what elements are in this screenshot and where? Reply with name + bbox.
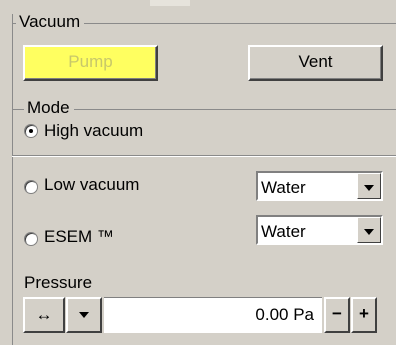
low-vacuum-radio[interactable] xyxy=(24,180,38,194)
plus-icon: + xyxy=(359,304,369,323)
radio-dot xyxy=(29,129,33,133)
pressure-increase-button[interactable]: + xyxy=(351,297,377,333)
pressure-unit-dropdown-button[interactable] xyxy=(66,297,102,333)
esem-gas-select[interactable]: Water xyxy=(256,215,383,245)
esem-label[interactable]: ESEM ™ xyxy=(44,227,114,247)
chevron-down-icon xyxy=(364,185,374,191)
low-vacuum-gas-value: Water xyxy=(261,178,306,197)
vacuum-legend: Vacuum xyxy=(16,13,85,31)
high-vacuum-radio[interactable] xyxy=(24,124,38,138)
vent-button[interactable]: Vent xyxy=(248,45,383,81)
esem-radio[interactable] xyxy=(24,232,38,246)
panel-left-edge xyxy=(12,14,13,345)
low-vacuum-gas-select[interactable]: Water xyxy=(256,171,383,201)
pump-button[interactable]: Pump xyxy=(23,45,158,81)
esem-gas-value: Water xyxy=(261,222,306,241)
mode-divider-highlight xyxy=(12,156,396,158)
low-vacuum-gas-dropdown-button[interactable] xyxy=(357,173,381,199)
vent-button-label: Vent xyxy=(298,52,333,71)
double-arrow-icon: ↔ xyxy=(35,305,53,324)
minus-icon: − xyxy=(332,304,342,323)
pressure-value-field[interactable]: 0.00 Pa xyxy=(104,297,322,333)
pressure-value: 0.00 Pa xyxy=(255,305,314,324)
mode-legend: Mode xyxy=(24,99,74,117)
pressure-label: Pressure xyxy=(24,273,93,292)
panel-top-tab xyxy=(150,0,190,6)
esem-gas-dropdown-button[interactable] xyxy=(357,217,381,243)
pressure-decrease-button[interactable]: − xyxy=(324,297,350,333)
chevron-down-icon xyxy=(79,312,89,318)
high-vacuum-label[interactable]: High vacuum xyxy=(44,121,143,141)
pressure-link-button[interactable]: ↔ xyxy=(23,297,65,333)
chevron-down-icon xyxy=(364,229,374,235)
pump-button-label: Pump xyxy=(68,52,113,71)
low-vacuum-label[interactable]: Low vacuum xyxy=(44,175,139,195)
